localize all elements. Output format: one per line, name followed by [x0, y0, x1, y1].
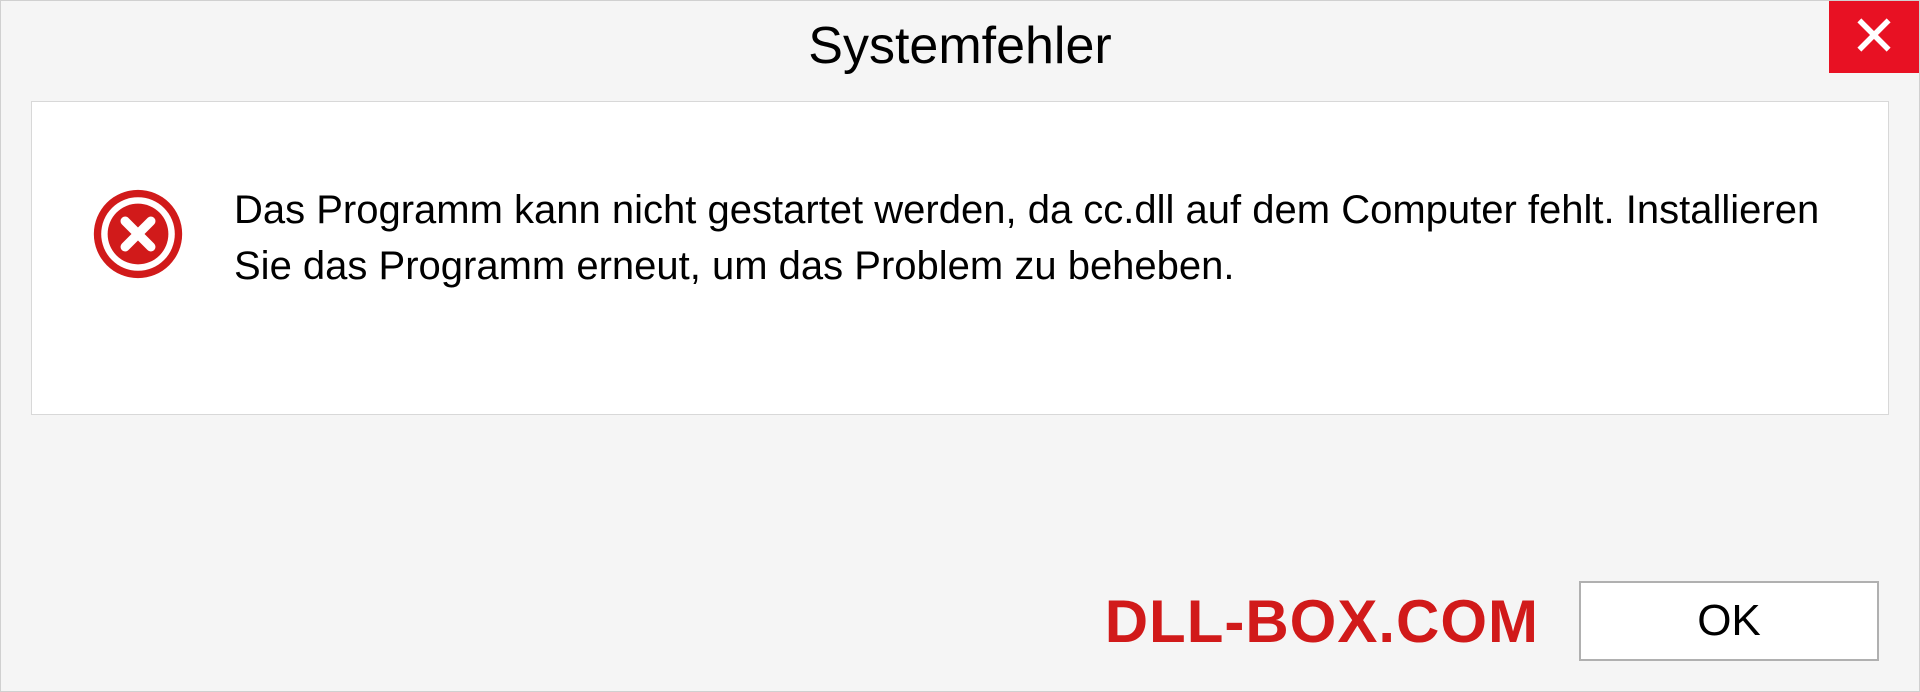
error-icon: [92, 188, 184, 285]
ok-button-label: OK: [1697, 596, 1761, 646]
close-button[interactable]: [1829, 1, 1919, 73]
content-panel: Das Programm kann nicht gestartet werden…: [31, 101, 1889, 415]
dialog-title: Systemfehler: [808, 16, 1111, 76]
watermark-text: DLL-BOX.COM: [1105, 587, 1539, 656]
error-message: Das Programm kann nicht gestartet werden…: [234, 182, 1828, 294]
close-icon: [1855, 16, 1893, 59]
ok-button[interactable]: OK: [1579, 581, 1879, 661]
titlebar: Systemfehler: [1, 1, 1919, 91]
error-dialog: Systemfehler Das Programm kann nicht ges…: [0, 0, 1920, 692]
bottom-bar: DLL-BOX.COM OK: [1, 551, 1919, 691]
